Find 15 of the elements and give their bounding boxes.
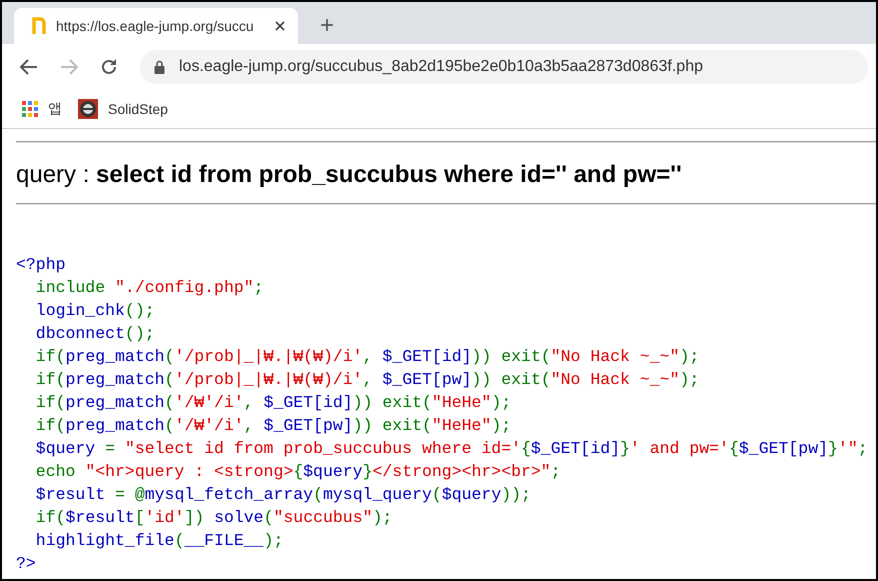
reload-icon[interactable] [100, 58, 118, 76]
source-code: <?php include "./config.php"; login_chk(); dbconnect(); if(preg_match('/prob|_|₩.|₩(₩)/i', $_GET[id])) exit("No Hack ~_~"); if(preg_match('/prob|_|₩.|₩(₩)/i', $_GET[pw])) exit("No Hack ~_~"); if(preg_match('/₩'/i', $_GET[id])) exit("HeHe"); if(preg_match('/₩'/i', $_GET[pw])) exit("HeHe"); $query = "select id from prob_succubus where id='{$_GET[id]}' and pw='{$_GET[pw]}'"; echo "<hr>query : <strong>{$query}</strong><hr><br>"; $result = @mysql_fetch_array(mysql_query($query)); if($result['id']) solve("succubus"); highlight_file(__FILE__); ?> [16, 254, 869, 575]
grid-icon [22, 101, 38, 117]
site-logo-icon [78, 99, 98, 119]
bookmark-item[interactable]: SolidStep [78, 99, 168, 119]
browser-tab[interactable]: https://los.eagle-jump.org/succu [14, 8, 298, 44]
lock-icon [154, 60, 165, 74]
back-icon[interactable] [20, 59, 38, 75]
site-favicon-icon [32, 17, 46, 35]
query-text: query : select id from prob_succubus where id='' and pw='' [16, 160, 683, 190]
address-bar[interactable]: los.eagle-jump.org/succubus_8ab2d195be2e0b10a3b5aa2873d0863f.php [140, 50, 868, 84]
tab-title: https://los.eagle-jump.org/succu [56, 18, 255, 34]
close-icon[interactable] [274, 20, 286, 32]
bookmark-item[interactable]: 앱 [22, 100, 62, 118]
new-tab-button[interactable]: + [316, 8, 338, 44]
